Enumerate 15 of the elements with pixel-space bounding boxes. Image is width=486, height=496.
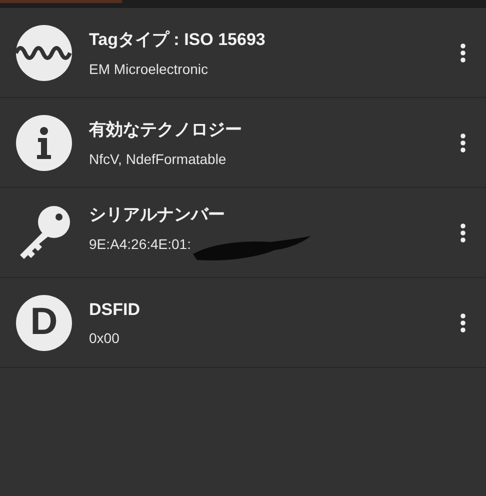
- more-options-icon[interactable]: [460, 312, 466, 332]
- item-value: EM Microelectronic: [89, 61, 208, 77]
- item-title: シリアルナンバー: [89, 204, 226, 226]
- letter-icon: D: [16, 294, 72, 350]
- item-value: 0x00: [89, 330, 120, 346]
- item-title: 有効なテクノロジー: [89, 119, 243, 141]
- item-value: NfcV, NdefFormatable: [89, 151, 226, 167]
- wave-icon: [16, 24, 72, 80]
- more-options-icon[interactable]: [460, 42, 466, 62]
- more-options-icon[interactable]: [460, 222, 466, 242]
- item-title: Tagタイプ : ISO 15693: [89, 29, 266, 51]
- more-options-icon[interactable]: [460, 132, 466, 152]
- item-value: 9E:A4:26:4E:01:: [89, 236, 191, 252]
- info-icon: [16, 114, 72, 170]
- item-title: DSFID: [89, 300, 141, 320]
